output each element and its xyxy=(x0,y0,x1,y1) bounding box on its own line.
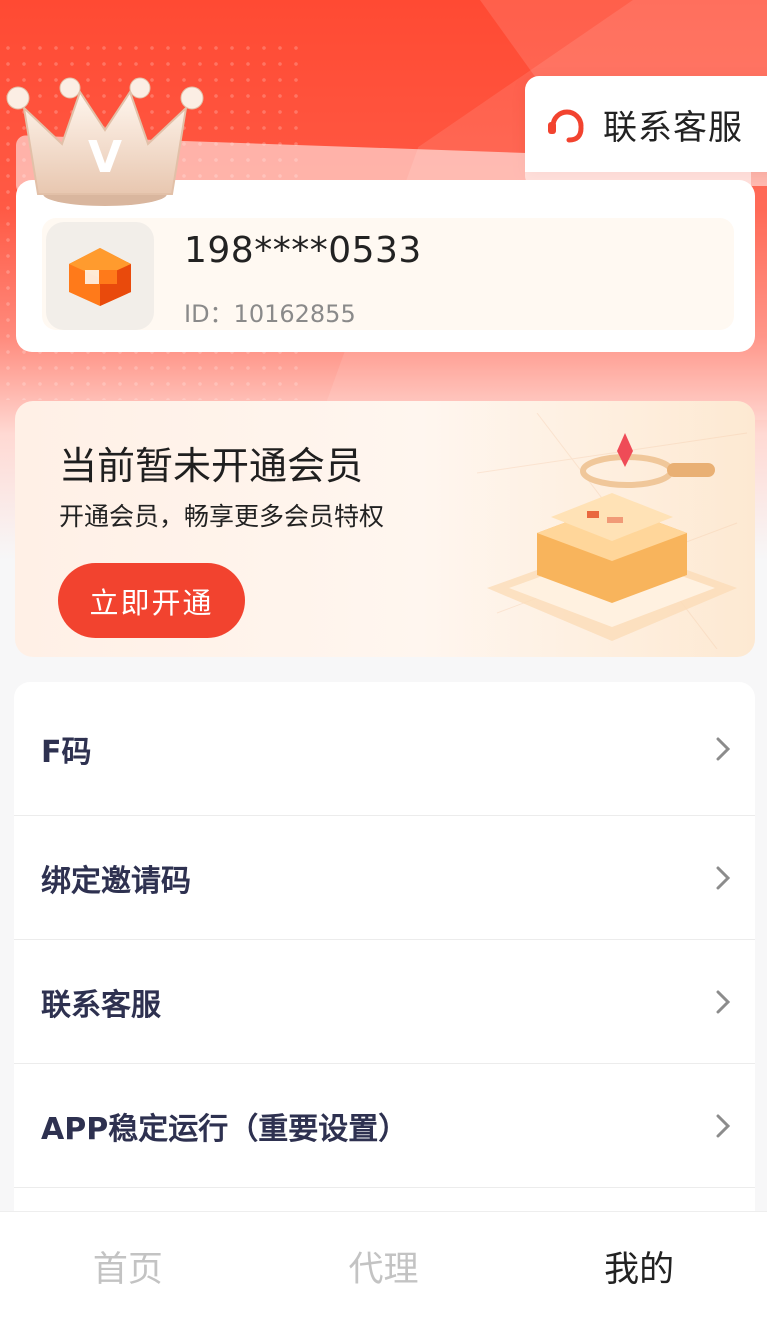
menu-item-f-code[interactable]: F码 xyxy=(14,682,755,816)
tab-agent[interactable]: 代理 xyxy=(256,1212,512,1321)
menu-item-app-stable-run[interactable]: APP稳定运行（重要设置） xyxy=(14,1064,755,1188)
bottom-tab-bar: 首页 代理 我的 xyxy=(0,1211,767,1321)
menu-item-label: 绑定邀请码 xyxy=(41,863,191,899)
membership-banner: 当前暂未开通会员 开通会员，畅享更多会员特权 立即开通 xyxy=(15,401,755,657)
menu-item-label: 联系客服 xyxy=(41,987,161,1023)
chevron-right-icon xyxy=(716,990,731,1013)
menu-item-bind-invite-code[interactable]: 绑定邀请码 xyxy=(14,816,755,940)
app-logo-icon xyxy=(69,248,131,306)
menu-item-label: F码 xyxy=(41,734,92,770)
tab-home[interactable]: 首页 xyxy=(0,1212,256,1321)
crown-icon: V xyxy=(6,77,204,206)
settings-menu: F码 绑定邀请码 联系客服 APP稳定运行（重要设置） xyxy=(14,682,755,1242)
avatar[interactable] xyxy=(46,222,154,330)
chevron-right-icon xyxy=(716,737,731,760)
user-id: ID：10162855 xyxy=(184,300,356,328)
user-phone: 198****0533 xyxy=(184,230,422,271)
tab-mine[interactable]: 我的 xyxy=(511,1212,767,1321)
membership-subtitle: 开通会员，畅享更多会员特权 xyxy=(59,502,385,531)
membership-title: 当前暂未开通会员 xyxy=(59,444,364,488)
svg-text:V: V xyxy=(88,132,122,183)
headset-icon xyxy=(548,109,584,143)
menu-item-contact-service[interactable]: 联系客服 xyxy=(14,940,755,1064)
membership-illustration xyxy=(477,413,747,649)
contact-service-label: 联系客服 xyxy=(603,107,743,148)
open-membership-button[interactable]: 立即开通 xyxy=(58,563,245,638)
menu-item-label: APP稳定运行（重要设置） xyxy=(41,1111,409,1147)
chevron-right-icon xyxy=(716,866,731,889)
chevron-right-icon xyxy=(716,1114,731,1137)
profile-page: 联系客服 198****0533 ID：10162855 V 当前暂未开通会员 … xyxy=(0,0,767,1321)
